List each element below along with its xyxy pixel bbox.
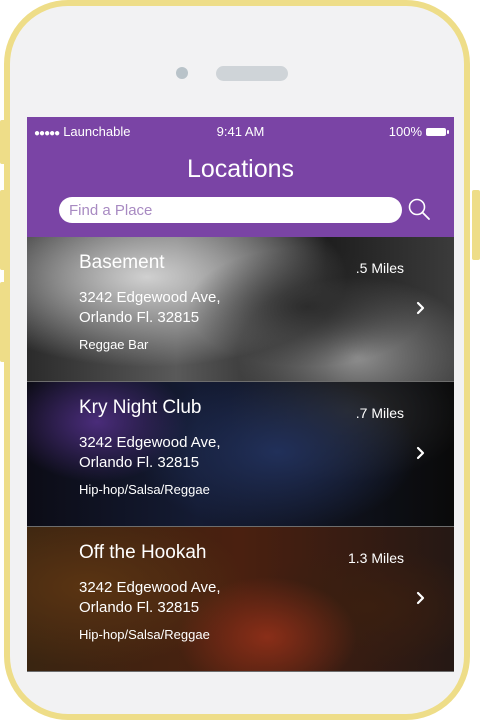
search-input[interactable] xyxy=(59,197,402,223)
status-bar: ●●●●● Launchable 9:41 AM 100% xyxy=(27,117,454,143)
location-distance: .5 Miles xyxy=(355,260,404,276)
location-name: Kry Night Club xyxy=(79,397,202,418)
location-card-basement[interactable]: Basement .5 Miles 3242 Edgewood Ave, Orl… xyxy=(27,237,454,382)
location-distance: 1.3 Miles xyxy=(347,550,404,566)
front-camera xyxy=(176,67,188,79)
chevron-right-icon xyxy=(416,301,425,315)
location-genre: Hip-hop/Salsa/Reggae xyxy=(79,482,210,497)
location-address: 3242 Edgewood Ave, Orlando Fl. 32815 xyxy=(79,578,221,618)
address-line-1: 3242 Edgewood Ave, xyxy=(79,579,221,596)
location-card-kry-night-club[interactable]: Kry Night Club .7 Miles 3242 Edgewood Av… xyxy=(27,382,454,527)
app-screen: ●●●●●Launchable 9:41 AM 100% Locations B… xyxy=(27,117,454,672)
address-line-1: 3242 Edgewood Ave, xyxy=(79,289,221,306)
power-button xyxy=(472,190,480,260)
location-distance: .7 Miles xyxy=(355,405,404,421)
app-header: ●●●●● Launchable 9:41 AM 100% Locations xyxy=(27,117,454,237)
address-line-1: 3242 Edgewood Ave, xyxy=(79,434,221,451)
status-battery-group: 100% xyxy=(388,124,449,139)
volume-up-button xyxy=(0,190,8,270)
volume-down-button xyxy=(0,282,8,362)
page-title: Locations xyxy=(186,155,295,183)
location-address: 3242 Edgewood Ave, Orlando Fl. 32815 xyxy=(79,433,221,473)
location-genre: Reggae Bar xyxy=(79,337,149,352)
location-address: 3242 Edgewood Ave, Orlando Fl. 32815 xyxy=(79,288,221,328)
search-icon xyxy=(408,198,430,220)
chevron-right-icon xyxy=(416,446,425,460)
address-line-2: Orlando Fl. 32815 xyxy=(79,454,200,471)
mute-switch xyxy=(0,120,8,164)
location-card-off-the-hookah[interactable]: Off the Hookah 1.3 Miles 3242 Edgewood A… xyxy=(27,527,454,672)
location-name: Off the Hookah xyxy=(79,542,207,563)
address-line-2: Orlando Fl. 32815 xyxy=(79,599,200,616)
battery-icon xyxy=(426,127,449,136)
earpiece-speaker xyxy=(216,66,288,81)
location-genre: Hip-hop/Salsa/Reggae xyxy=(79,627,210,642)
address-line-2: Orlando Fl. 32815 xyxy=(79,309,200,326)
chevron-right-icon xyxy=(416,591,425,605)
battery-percent: 100% xyxy=(388,124,422,139)
location-name: Basement xyxy=(79,252,165,273)
search-button[interactable] xyxy=(407,197,433,223)
